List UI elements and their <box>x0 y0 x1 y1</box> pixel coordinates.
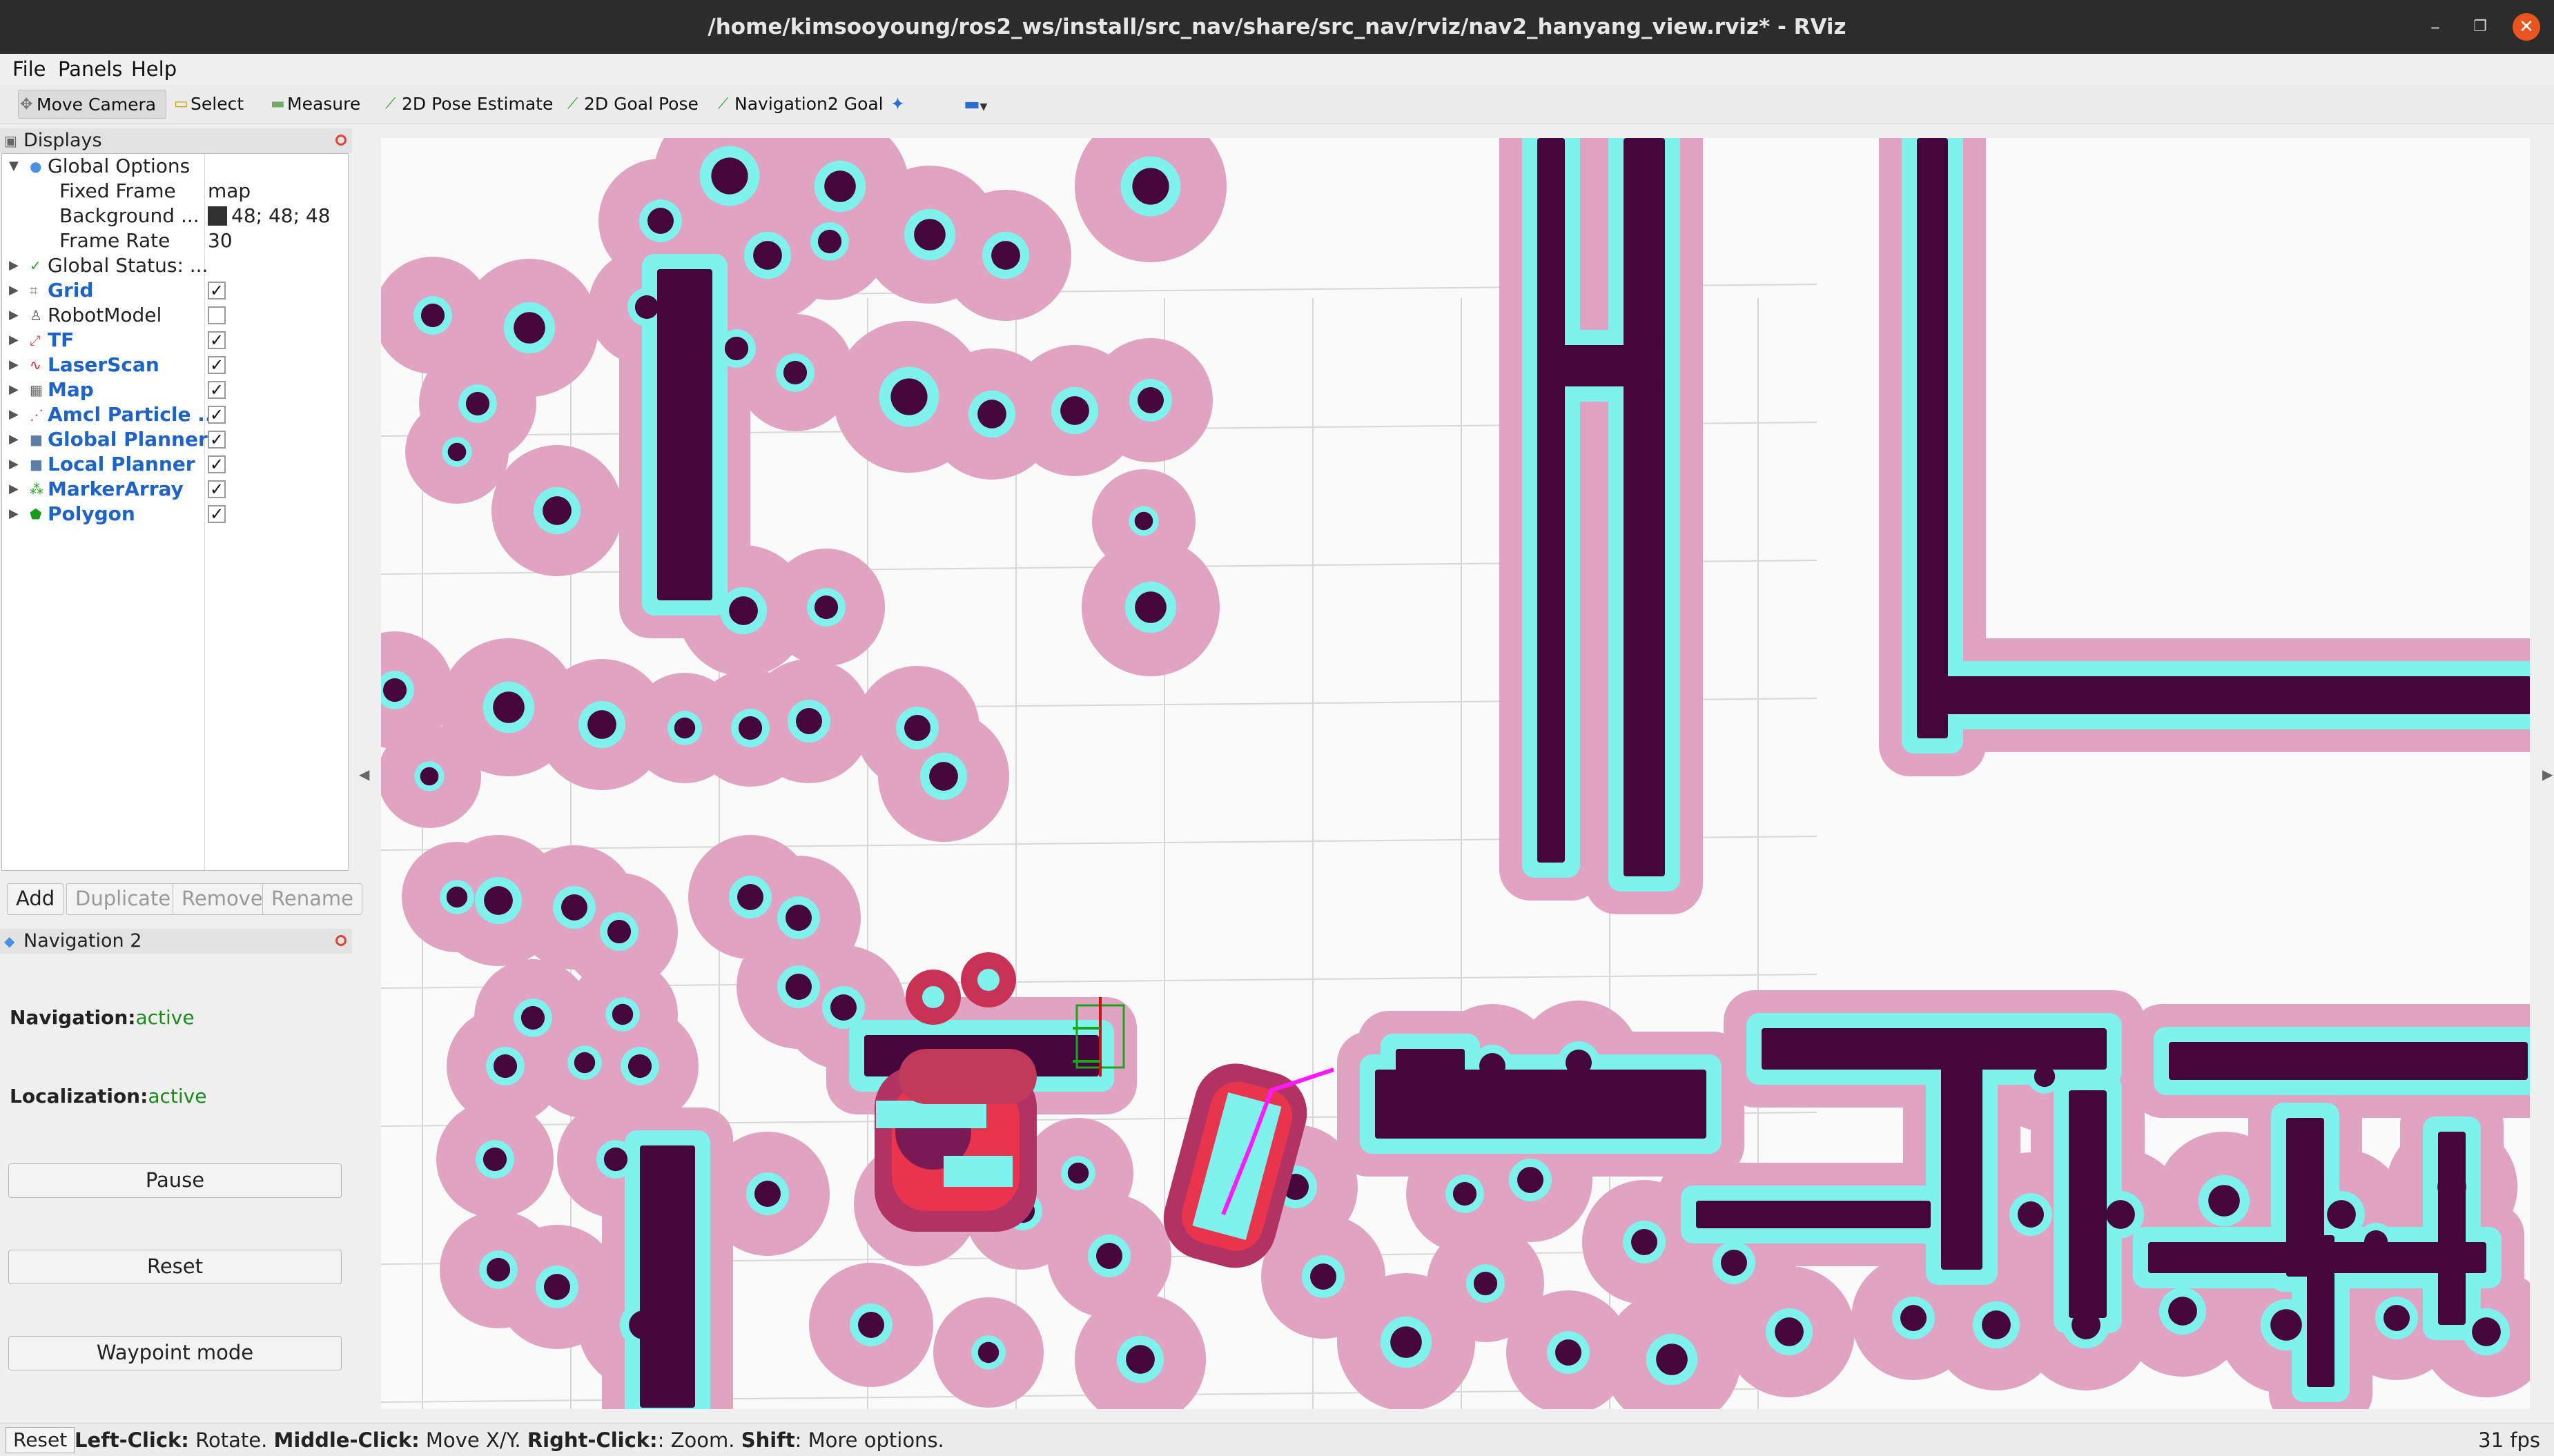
tree-row-markerarray[interactable]: ▶ ⁂ MarkerArray ✓ <box>2 477 347 502</box>
polygon-icon: ⬟ <box>30 506 42 522</box>
waypoint-mode-button[interactable]: Waypoint mode <box>8 1336 342 1370</box>
expand-right-icon[interactable]: ▶ <box>9 427 19 452</box>
displays-header: ▣ Displays <box>0 128 352 153</box>
local-planner-checkbox[interactable]: ✓ <box>208 455 226 473</box>
tree-row-grid[interactable]: ▶ ⌗ Grid ✓ <box>2 278 347 303</box>
status-bar: Reset Left-Click: Rotate. Middle-Click: … <box>0 1423 2554 1456</box>
laserscan-icon: ∿ <box>30 357 41 373</box>
maximize-icon[interactable]: ❐ <box>2466 13 2494 41</box>
costmap-map[interactable] <box>381 138 2530 1409</box>
expand-down-icon[interactable]: ▼ <box>9 154 19 179</box>
markerarray-checkbox[interactable]: ✓ <box>208 480 226 498</box>
polygon-checkbox[interactable]: ✓ <box>208 505 226 523</box>
tree-row-polygon[interactable]: ▶ ⬟ Polygon ✓ <box>2 502 347 527</box>
select-button[interactable]: ▭ Select <box>173 90 244 119</box>
expand-right-icon[interactable]: ▶ <box>9 377 19 402</box>
panel-close-icon[interactable] <box>335 135 347 146</box>
expand-right-icon[interactable]: ▶ <box>9 253 19 278</box>
minimize-icon[interactable]: – <box>2421 13 2449 41</box>
folder-icon: ■ <box>30 456 43 473</box>
tree-row-map[interactable]: ▶ ▦ Map ✓ <box>2 377 347 402</box>
move-camera-button[interactable]: ✥ Move Camera <box>18 90 167 119</box>
expand-right-icon[interactable]: ▶ <box>9 353 19 377</box>
measure-icon: ▬ <box>271 95 285 112</box>
collapse-right-icon[interactable]: ▶ <box>2542 766 2553 783</box>
map-icon: ▦ <box>30 382 43 398</box>
add-tool-icon[interactable]: ✦ <box>890 90 905 119</box>
menu-panels[interactable]: Panels <box>58 54 122 85</box>
robotmodel-checkbox[interactable] <box>208 306 226 324</box>
tf-checkbox[interactable]: ✓ <box>208 331 226 349</box>
close-icon[interactable]: ✕ <box>2513 13 2540 41</box>
tree-row-background[interactable]: Background ... 48; 48; 48 <box>2 204 347 228</box>
map-checkbox[interactable]: ✓ <box>208 381 226 399</box>
toolbar: ✥ Move Camera ▭ Select ▬ Measure ⟋ 2D Po… <box>0 85 2554 124</box>
particle-cloud-icon: ⋰ <box>30 406 43 423</box>
add-button[interactable]: Add <box>7 883 64 915</box>
expand-right-icon[interactable]: ▶ <box>9 303 19 328</box>
expand-right-icon[interactable]: ▶ <box>9 328 19 353</box>
reset-button[interactable]: Reset <box>8 1250 342 1284</box>
render-viewport[interactable] <box>381 138 2530 1409</box>
collapse-left-icon[interactable]: ◀ <box>359 766 369 783</box>
grid-checkbox[interactable]: ✓ <box>208 282 226 299</box>
tree-row-global-status[interactable]: ▶ ✓ Global Status: ... <box>2 253 347 278</box>
rename-button[interactable]: Rename <box>262 883 362 915</box>
goal-arrow-icon: ⟋ <box>567 95 578 112</box>
tree-row-tf[interactable]: ▶ ⤢ TF ✓ <box>2 328 347 353</box>
laserscan-checkbox[interactable]: ✓ <box>208 356 226 374</box>
2d-goal-pose-button[interactable]: ⟋ 2D Goal Pose <box>566 90 699 119</box>
marker-array-icon: ⁂ <box>30 481 43 498</box>
background-color-swatch[interactable] <box>208 206 227 226</box>
panel-close-icon[interactable] <box>335 935 347 946</box>
tf-icon: ⤢ <box>30 332 41 348</box>
expand-right-icon[interactable]: ▶ <box>9 402 19 427</box>
pose-arrow-icon: ⟋ <box>385 95 396 112</box>
localization-status: Localization:active <box>10 1085 207 1108</box>
status-hint: Left-Click: Rotate. Middle-Click: Move X… <box>75 1428 944 1452</box>
tree-row-local-planner[interactable]: ▶ ■ Local Planner ✓ <box>2 452 347 477</box>
menu-bar: File Panels Help <box>0 54 2554 85</box>
status-reset-button[interactable]: Reset <box>6 1427 75 1453</box>
fps-readout: 31 fps <box>2478 1428 2540 1452</box>
tree-row-laserscan[interactable]: ▶ ∿ LaserScan ✓ <box>2 353 347 377</box>
grid-icon: ⌗ <box>30 282 38 299</box>
select-icon: ▭ <box>174 95 188 112</box>
nav-goal-arrow-icon: ⟋ <box>718 95 729 112</box>
navigation2-header: ◆ Navigation 2 <box>0 929 352 954</box>
navigation2-goal-button[interactable]: ⟋ Navigation2 Goal <box>717 90 884 119</box>
status-ok-icon: ✓ <box>30 257 41 274</box>
remove-tool-dropdown-icon[interactable]: ▬▼ <box>964 90 987 119</box>
amcl-particle-checkbox[interactable]: ✓ <box>208 406 226 424</box>
tree-row-global-options[interactable]: ▼ ● Global Options <box>2 154 347 179</box>
tree-row-global-planner[interactable]: ▶ ■ Global Planner ✓ <box>2 427 347 452</box>
remove-button[interactable]: Remove <box>173 883 272 915</box>
2d-pose-estimate-button[interactable]: ⟋ 2D Pose Estimate <box>384 90 553 119</box>
expand-right-icon[interactable]: ▶ <box>9 278 19 303</box>
menu-help[interactable]: Help <box>131 54 177 85</box>
expand-right-icon[interactable]: ▶ <box>9 452 19 477</box>
duplicate-button[interactable]: Duplicate <box>66 883 180 915</box>
tree-row-amcl-particle[interactable]: ▶ ⋰ Amcl Particle ... ✓ <box>2 402 347 427</box>
tree-row-frame-rate[interactable]: Frame Rate 30 <box>2 228 347 253</box>
menu-file[interactable]: File <box>12 54 46 85</box>
measure-button[interactable]: ▬ Measure <box>269 90 360 119</box>
global-planner-checkbox[interactable]: ✓ <box>208 431 226 449</box>
navigation-status: Navigation:active <box>10 1006 195 1029</box>
expand-right-icon[interactable]: ▶ <box>9 502 19 527</box>
navigation-panel-icon: ◆ <box>4 933 15 950</box>
window-title: /home/kimsooyoung/ros2_ws/install/src_na… <box>708 14 1846 39</box>
title-bar: /home/kimsooyoung/ros2_ws/install/src_na… <box>0 0 2554 54</box>
tree-row-robotmodel[interactable]: ▶ ♙ RobotModel <box>2 303 347 328</box>
displays-tree: ▼ ● Global Options Fixed Frame map Backg… <box>1 153 349 871</box>
pause-button[interactable]: Pause <box>8 1163 342 1198</box>
tree-row-fixed-frame[interactable]: Fixed Frame map <box>2 179 347 204</box>
move-camera-icon: ✥ <box>20 96 33 113</box>
expand-right-icon[interactable]: ▶ <box>9 477 19 502</box>
global-options-icon: ● <box>30 158 42 175</box>
displays-icon: ▣ <box>4 132 17 149</box>
robot-model-icon: ♙ <box>30 307 42 324</box>
folder-icon: ■ <box>30 431 43 448</box>
